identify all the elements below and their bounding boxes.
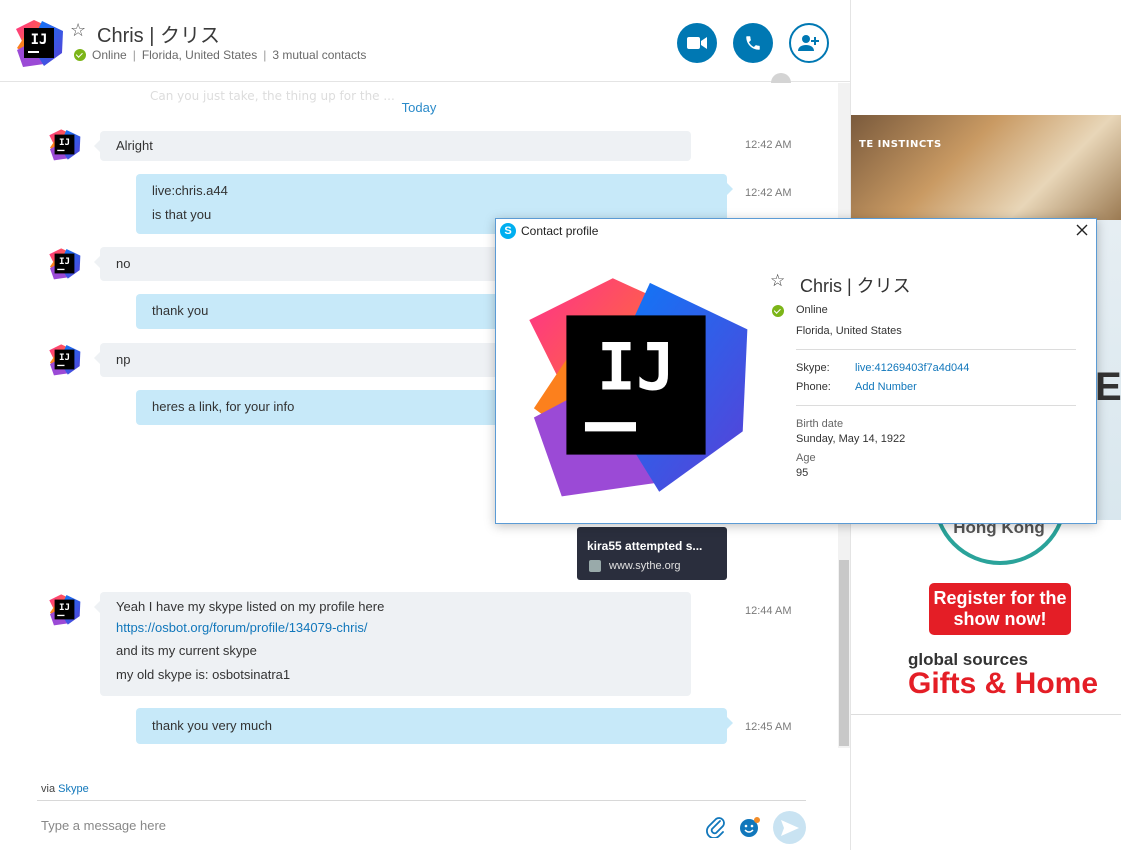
status-text: Online: [92, 48, 127, 62]
via-skype-link[interactable]: Skype: [58, 783, 89, 795]
separator: |: [263, 48, 267, 62]
ad-sign-text: TE INSTINCTS: [859, 139, 942, 150]
paperclip-icon[interactable]: [706, 816, 726, 838]
message-link[interactable]: https://osbot.org/forum/profile/134079-c…: [100, 617, 691, 639]
send-button[interactable]: [773, 811, 806, 844]
ad-tagline: Gifts & Home: [908, 667, 1099, 700]
link-preview-title: kira55 attempted s...: [587, 539, 703, 553]
message-timestamp: 12:45 AM: [745, 721, 792, 733]
message-timestamp: 12:42 AM: [745, 139, 792, 151]
profile-location: Florida, United States: [796, 325, 902, 337]
contact-avatar[interactable]: [14, 18, 64, 68]
add-number-link[interactable]: Add Number: [855, 381, 917, 393]
message-text: and its my current skype: [116, 643, 257, 658]
dialog-titlebar[interactable]: S Contact profile: [496, 219, 1096, 245]
sender-avatar[interactable]: [48, 593, 81, 626]
profile-picture: [520, 269, 752, 501]
link-preview-card[interactable]: kira55 attempted s... www.sythe.org: [577, 527, 727, 580]
video-call-icon: [687, 37, 707, 49]
message-text: my old skype is: osbotsinatra1: [116, 667, 291, 682]
contact-name[interactable]: Chris | クリス: [97, 19, 220, 48]
sender-avatar[interactable]: [48, 343, 81, 376]
close-icon: [1076, 224, 1088, 236]
contact-profile-dialog: S Contact profile ☆ Chris | クリス Online F…: [495, 218, 1097, 524]
separator: |: [132, 48, 136, 62]
shield-icon: [589, 560, 601, 572]
via-skype-label: via Skype: [41, 783, 89, 795]
video-call-button[interactable]: [677, 23, 717, 63]
profile-status: Online: [796, 304, 828, 316]
composer-divider: [37, 800, 806, 801]
chat-scrollbar-thumb[interactable]: [839, 560, 849, 746]
message-text: live:chris.a44: [152, 183, 228, 198]
profile-divider: [796, 349, 1076, 350]
star-icon[interactable]: ☆: [770, 271, 785, 291]
ad-photo: TE INSTINCTS: [851, 115, 1121, 220]
skype-icon: S: [500, 223, 516, 239]
conversation-header: ☆ Chris | クリス Online | Florida, United S…: [0, 0, 850, 82]
sender-avatar[interactable]: [48, 128, 81, 161]
date-separator: Today: [401, 100, 437, 115]
birth-date-label: Birth date: [796, 418, 844, 430]
star-icon[interactable]: ☆: [70, 20, 86, 41]
age-value: 95: [796, 467, 809, 479]
location-text: Florida, United States: [141, 48, 258, 62]
age-label: Age: [796, 452, 816, 464]
message-text: thank you very much: [152, 718, 272, 733]
add-participant-button[interactable]: [789, 23, 829, 63]
phone-label: Phone:: [796, 381, 831, 393]
via-prefix: via: [41, 783, 56, 795]
profile-divider: [796, 405, 1076, 406]
birth-date-value: Sunday, May 14, 1922: [796, 433, 906, 445]
online-status-icon: [772, 305, 784, 317]
message-timestamp: 12:42 AM: [745, 187, 792, 199]
incoming-message: Alright: [94, 131, 691, 161]
dialog-title: Contact profile: [521, 224, 599, 238]
outgoing-message: thank you very much: [136, 708, 733, 744]
skype-id-label: Skype:: [796, 362, 830, 374]
emoji-icon[interactable]: [739, 816, 761, 838]
status-line: Online | Florida, United States | 3 mutu…: [74, 48, 366, 62]
message-input[interactable]: [41, 818, 641, 833]
phone-icon: [746, 36, 760, 50]
link-preview-url: www.sythe.org: [609, 560, 681, 572]
message-text: Yeah I have my skype listed on my profil…: [116, 599, 385, 614]
online-status-icon: [74, 49, 86, 61]
audio-call-button[interactable]: [733, 23, 773, 63]
ad-big-letter: E: [1095, 365, 1121, 409]
sender-avatar[interactable]: [48, 247, 81, 280]
add-contact-icon: [798, 35, 819, 51]
close-button[interactable]: [1074, 223, 1090, 239]
ad-bottom-divider: [851, 714, 1121, 715]
skype-window: ☆ Chris | クリス Online | Florida, United S…: [0, 0, 1121, 850]
profile-name: Chris | クリス: [800, 276, 911, 296]
message-timestamp: 12:44 AM: [745, 605, 792, 617]
incoming-message: Yeah I have my skype listed on my profil…: [94, 592, 691, 696]
send-icon: [780, 819, 799, 836]
ad-register-button[interactable]: Register for the show now!: [929, 583, 1071, 635]
message-text: Alright: [116, 138, 153, 153]
mutual-contacts-text[interactable]: 3 mutual contacts: [272, 48, 366, 62]
skype-id-value[interactable]: live:41269403f7a4d044: [855, 362, 969, 374]
